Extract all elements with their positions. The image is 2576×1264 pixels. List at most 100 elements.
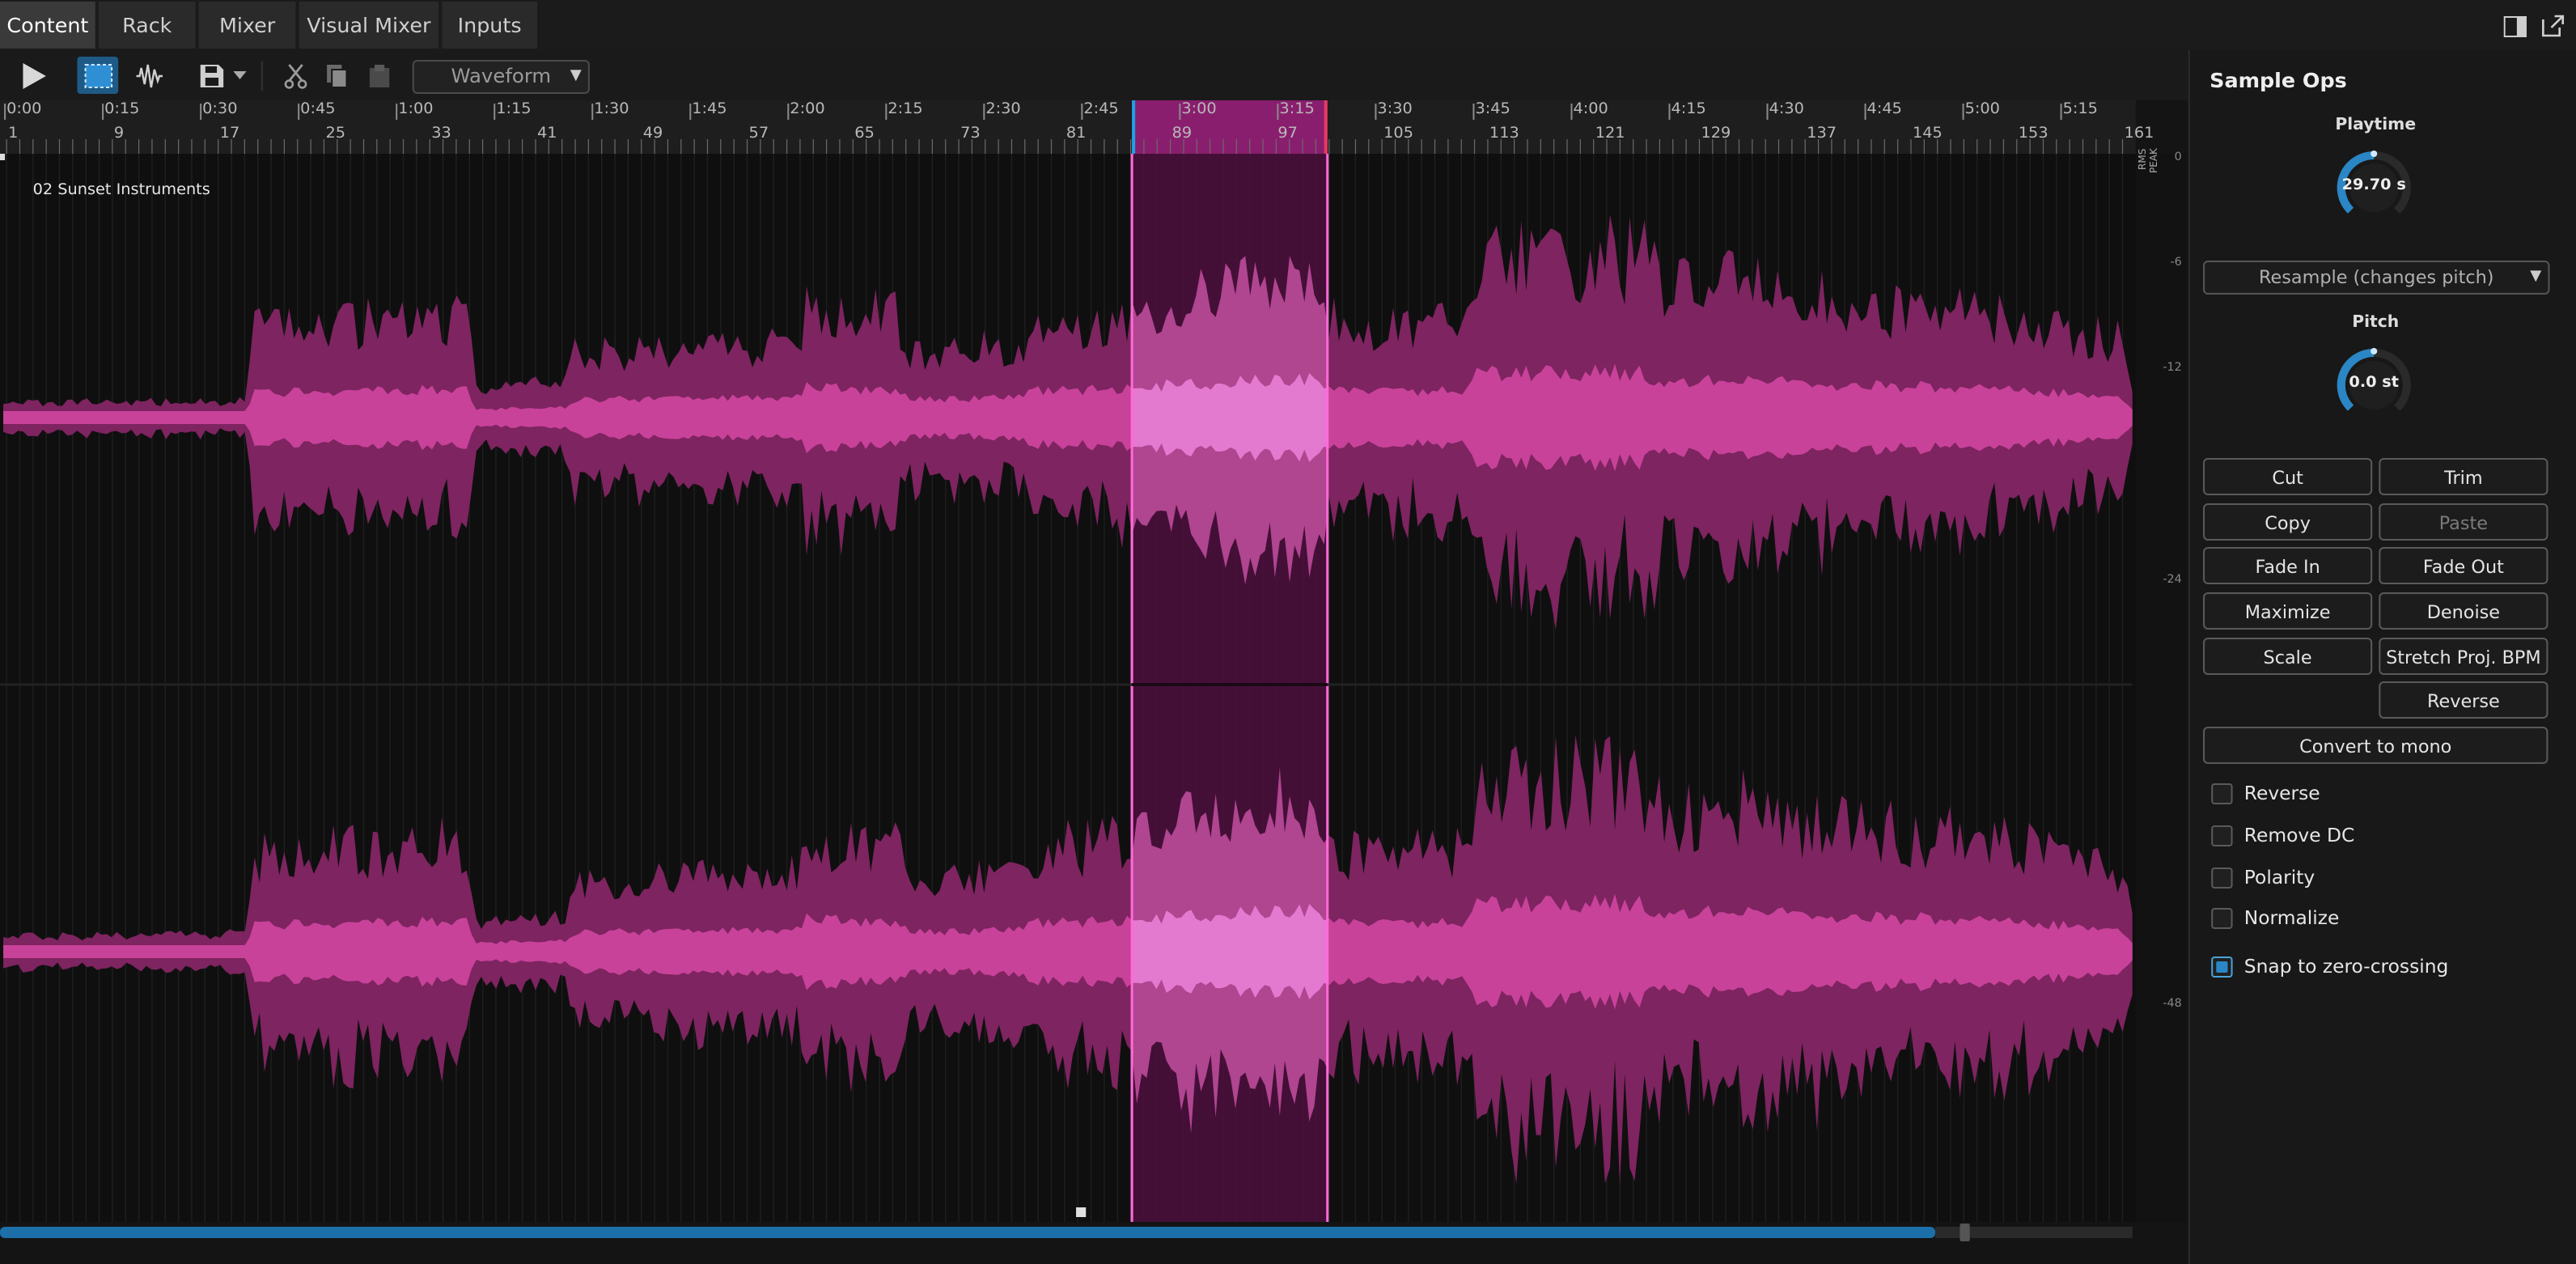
ruler-bar-label: 81 (1066, 125, 1087, 142)
level-scale: RMS PEAK 0 -6 -12 -24 -48 (2135, 148, 2188, 1222)
ruler-bar-label: 25 (325, 125, 345, 142)
ruler-time-label: 3:45 (1475, 100, 1510, 118)
pitch-label: Pitch (2352, 314, 2400, 332)
snap-to-zero-crossing-label: Snap to zero-crossing (2243, 955, 2449, 978)
fade-in-button[interactable]: Fade In (2203, 547, 2373, 584)
denoise-button[interactable]: Denoise (2379, 592, 2548, 630)
scale-label-48: -48 (2163, 997, 2182, 1010)
ruler-bar-label: 17 (219, 125, 240, 142)
copy-button[interactable]: Copy (2203, 503, 2373, 541)
ruler-bar-label: 137 (1807, 125, 1837, 142)
save-icon[interactable] (196, 58, 229, 94)
tab-bar: Content Rack Mixer Visual Mixer Inputs (0, 0, 2576, 52)
ruler-bar-label: 113 (1489, 125, 1519, 142)
track-name: 02 Sunset Instruments (32, 181, 210, 199)
panel-title: Sample Ops (2210, 68, 2347, 92)
remove-dc-checkbox-label: Remove DC (2243, 824, 2355, 846)
horizontal-scrollbar[interactable] (0, 1207, 2188, 1264)
ruler-time-label: 2:00 (790, 100, 825, 118)
view-mode-select[interactable]: Waveform ▼ (412, 60, 590, 94)
pitch-value: 0.0 st (2349, 374, 2400, 392)
paste-button[interactable]: Paste (2379, 503, 2548, 541)
play-icon[interactable] (15, 58, 51, 94)
waveform-tool-icon[interactable] (131, 58, 167, 94)
pitch-knob[interactable]: 0.0 st (2331, 343, 2417, 427)
fade-out-button[interactable]: Fade Out (2379, 547, 2548, 584)
cut-icon[interactable] (279, 58, 312, 94)
scale-label-6: -6 (2170, 256, 2182, 269)
zoom-handle[interactable] (1960, 1224, 1970, 1241)
tab-mixer[interactable]: Mixer (198, 2, 298, 49)
playtime-knob[interactable]: 29.70 s (2331, 146, 2417, 230)
resample-mode-value: Resample (changes pitch) (2258, 267, 2494, 288)
ruler-bar-label: 9 (113, 125, 125, 142)
reverse-button[interactable]: Reverse (2379, 681, 2548, 719)
sample-ops-panel: Sample Ops Playtime 29.70 s Resample (ch… (2188, 50, 2576, 1264)
ruler-bar-label: 33 (431, 125, 451, 142)
trim-button[interactable]: Trim (2379, 458, 2548, 495)
scroll-position-marker[interactable] (1076, 1207, 1087, 1217)
convert-to-mono-button[interactable]: Convert to mono (2203, 727, 2548, 764)
rms-label: RMS (2137, 148, 2150, 170)
scrollbar-thumb[interactable] (0, 1227, 1936, 1238)
ruler-time-label: 2:45 (1083, 100, 1119, 118)
ruler-time-label: 3:30 (1377, 100, 1413, 118)
peak-label: PEAK (2149, 148, 2161, 173)
toolbar: Waveform ▼ (0, 50, 2188, 100)
ruler-time-label: 2:30 (985, 100, 1021, 118)
timeline-ruler[interactable]: 0:00 0:15 0:30 0:45 1:00 1:15 1:30 1:45 2:00 2:15… (0, 100, 2154, 155)
waveform-editor[interactable]: 02 Sunset Instruments (0, 154, 2136, 1222)
tab-rack[interactable]: Rack (98, 2, 197, 49)
ruler-time-label: 0:00 (6, 100, 42, 118)
reverse-checkbox[interactable] (2211, 783, 2233, 804)
panel-toggle-icon[interactable] (2502, 13, 2528, 39)
remove-dc-checkbox[interactable] (2211, 825, 2233, 846)
ruler-time-label: 4:15 (1671, 100, 1706, 118)
chevron-down-icon: ▼ (570, 68, 582, 84)
chevron-down-icon: ▼ (2530, 269, 2542, 285)
ruler-bar-label: 105 (1383, 125, 1413, 142)
ruler-time-label: 3:15 (1279, 100, 1315, 118)
snap-to-zero-crossing-checkbox[interactable] (2211, 956, 2233, 978)
ruler-time-label: 2:15 (888, 100, 923, 118)
ruler-bar-label: 97 (1277, 125, 1298, 142)
tab-visual-mixer[interactable]: Visual Mixer (299, 2, 441, 49)
polarity-checkbox[interactable] (2211, 867, 2233, 889)
ruler-time-label: 0:45 (300, 100, 336, 118)
save-menu-chevron-icon[interactable] (231, 63, 248, 89)
tab-inputs[interactable]: Inputs (442, 2, 540, 49)
ruler-time-label: 4:30 (1769, 100, 1804, 118)
scale-label-24: -24 (2163, 573, 2182, 586)
ruler-bar-label: 1 (8, 125, 19, 142)
stretch-proj-bpm-button[interactable]: Stretch Proj. BPM (2379, 638, 2548, 675)
ruler-time-label: 1:15 (496, 100, 532, 118)
paste-icon[interactable] (363, 58, 396, 94)
ruler-time-label: 5:15 (2062, 100, 2098, 118)
select-tool-icon[interactable] (77, 57, 119, 94)
scale-button[interactable]: Scale (2203, 638, 2373, 675)
cut-button[interactable]: Cut (2203, 458, 2373, 495)
ruler-time-label: 5:00 (1964, 100, 2000, 118)
resample-mode-select[interactable]: Resample (changes pitch) ▼ (2203, 261, 2550, 295)
playtime-label: Playtime (2335, 117, 2417, 134)
scale-label-0: 0 (2174, 151, 2182, 163)
normalize-checkbox-label: Normalize (2243, 906, 2340, 929)
ruler-bar-label: 161 (2124, 125, 2154, 142)
normalize-checkbox[interactable] (2211, 908, 2233, 929)
ruler-bar-label: 89 (1171, 125, 1193, 142)
copy-icon[interactable] (320, 58, 354, 94)
ruler-time-label: 1:00 (398, 100, 434, 118)
ruler-bar-label: 49 (642, 125, 663, 142)
ruler-bar-label: 121 (1595, 125, 1625, 142)
popout-icon[interactable] (2540, 13, 2565, 39)
scale-label-12: -12 (2163, 361, 2182, 374)
ruler-bar-label: 153 (2018, 125, 2049, 142)
ruler-bar-label: 73 (960, 125, 981, 142)
tab-content[interactable]: Content (0, 2, 97, 49)
ruler-bar-label: 41 (537, 125, 557, 142)
ruler-time-label: 3:00 (1181, 100, 1217, 118)
ruler-bar-label: 65 (854, 125, 875, 142)
reverse-checkbox-label: Reverse (2243, 782, 2320, 804)
view-mode-value: Waveform (451, 65, 552, 87)
maximize-button[interactable]: Maximize (2203, 592, 2373, 630)
